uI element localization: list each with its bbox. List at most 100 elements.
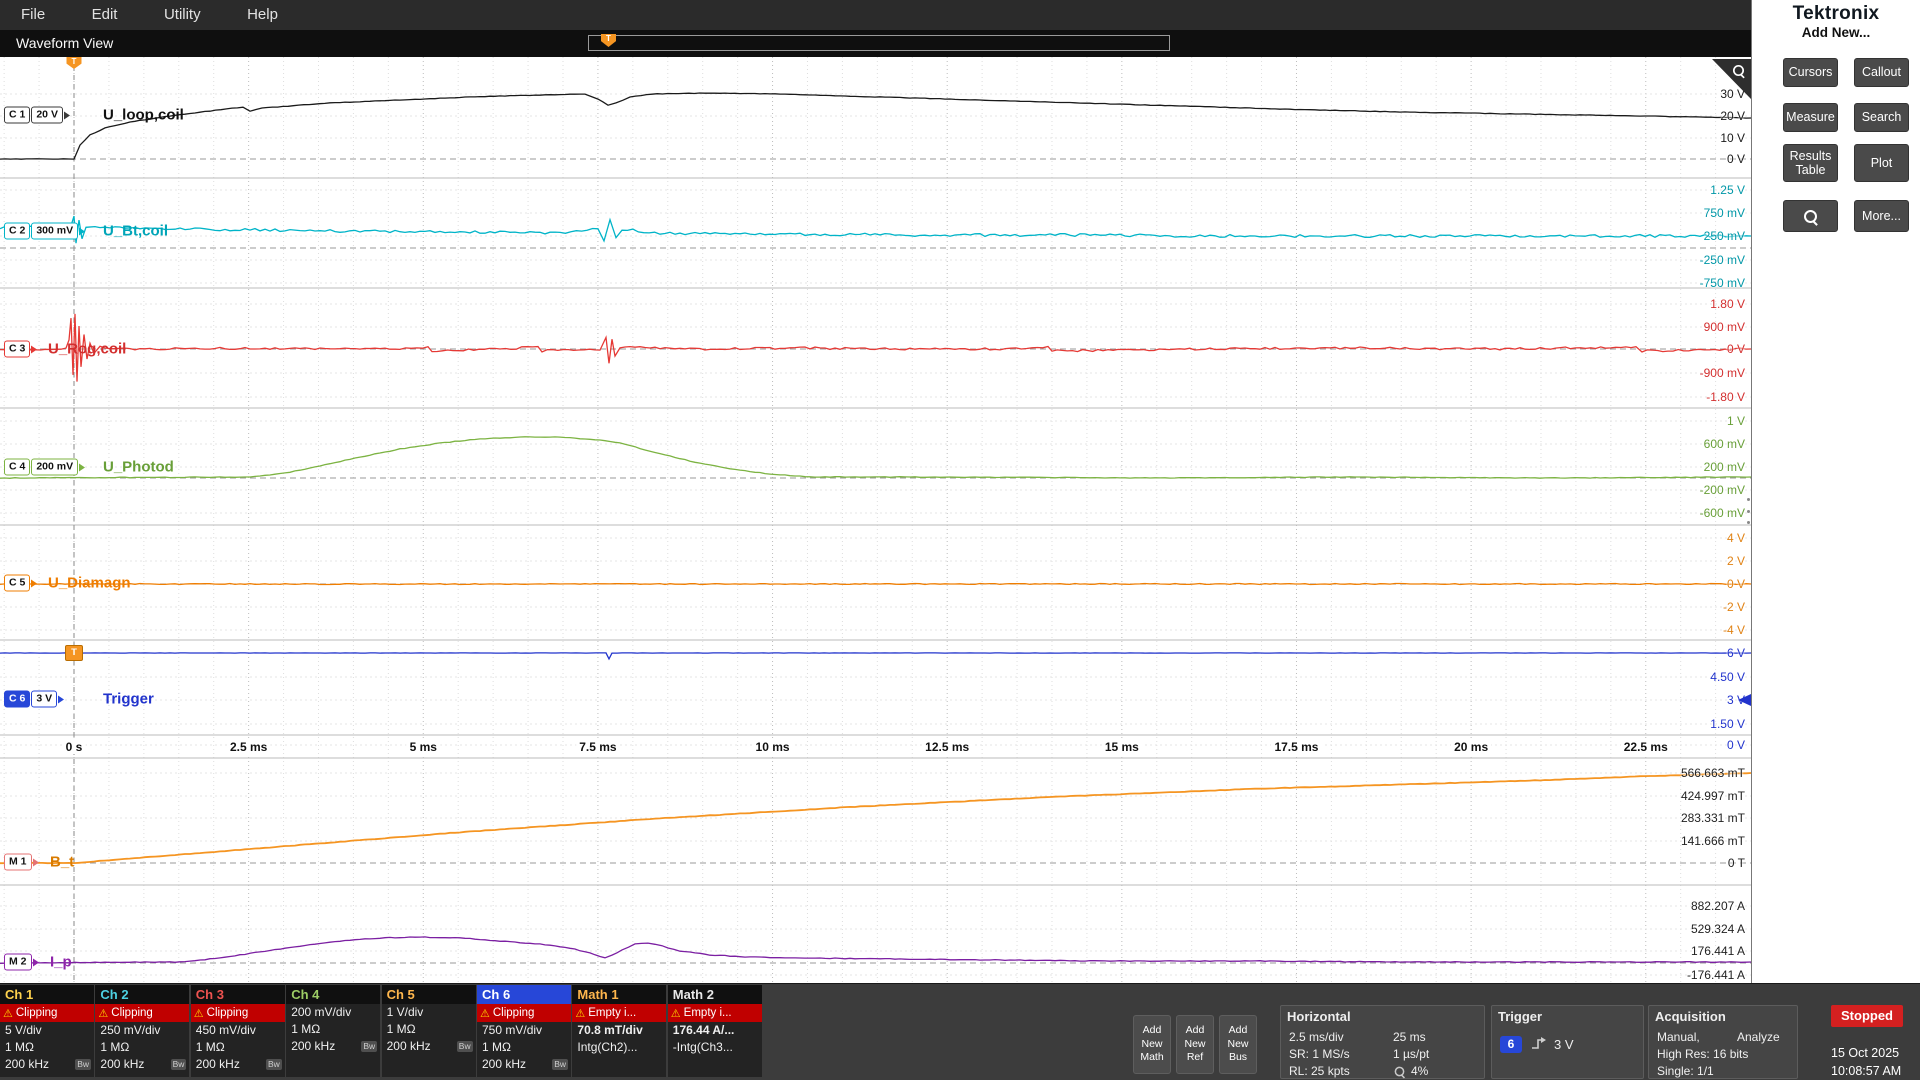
magnifier-icon (1733, 65, 1744, 76)
panel-splitter-handle[interactable] (1747, 498, 1752, 524)
channel-header[interactable]: Math 2 (668, 985, 762, 1004)
badge-box[interactable]: C 3 (4, 341, 30, 358)
menu-utility[interactable]: Utility (143, 0, 222, 30)
channel-badge-c6[interactable]: C 63 V (4, 691, 64, 708)
horizontal-title: Horizontal (1287, 1009, 1484, 1024)
cursors-button[interactable]: Cursors (1783, 58, 1838, 87)
channel-header[interactable]: Ch 1 (0, 985, 94, 1004)
scale-label-m1: 283.331 mT (1681, 811, 1745, 825)
badge-box[interactable]: C 4 (4, 459, 30, 476)
lane-label-m1[interactable]: B_t (50, 854, 74, 871)
channel-header[interactable]: Ch 5 (382, 985, 476, 1004)
lane-label-c6[interactable]: Trigger (103, 691, 154, 708)
time-axis-label: 22.5 ms (1621, 740, 1671, 754)
channel-badge-c2[interactable]: C 2300 mV (4, 223, 85, 240)
channel-header[interactable]: Ch 2 (95, 985, 189, 1004)
zoom-button[interactable] (1783, 200, 1838, 232)
bandwidth-icon: Bw (171, 1059, 187, 1070)
horizontal-position-indicator[interactable]: T (588, 35, 1170, 51)
channel-box-ch-2[interactable]: Ch 2⚠Clipping250 mV/div1 MΩ200 kHzBw (95, 985, 189, 1077)
lane-label-c5[interactable]: U_Diamagn (48, 575, 131, 592)
badge-box[interactable]: 3 V (31, 691, 57, 708)
channel-badge-c3[interactable]: C 3 (4, 341, 37, 358)
channel-setting-row: 200 kHzBw (382, 1038, 476, 1055)
time-axis-label: 12.5 ms (922, 740, 972, 754)
tab-waveform-view[interactable]: Waveform View (16, 30, 113, 57)
acquisition-panel[interactable]: Acquisition Manual, Analyze High Res: 16… (1648, 1005, 1798, 1079)
channel-header[interactable]: Ch 6 (477, 985, 571, 1004)
add-new-ref-button[interactable]: Add New Ref (1176, 1015, 1214, 1074)
acquisition-analyze[interactable]: Analyze (1737, 1030, 1780, 1044)
channel-box-ch-3[interactable]: Ch 3⚠Clipping450 mV/div1 MΩ200 kHzBw (191, 985, 285, 1077)
channel-badge-m1[interactable]: M 1 (4, 854, 39, 871)
menu-help[interactable]: Help (226, 0, 299, 30)
waveform-view[interactable]: 30 V20 V10 V0 VU_loop,coilC 120 V1.25 V7… (0, 57, 1751, 983)
scale-label-c5: 4 V (1727, 531, 1745, 545)
scale-label-c6: 1.50 V (1710, 717, 1745, 731)
warning-text: Empty i... (684, 1007, 732, 1019)
channel-badge-m2[interactable]: M 2 (4, 954, 39, 971)
menu-edit[interactable]: Edit (71, 0, 139, 30)
channel-badge-c4[interactable]: C 4200 mV (4, 459, 85, 476)
trigger-source-marker[interactable]: T (65, 645, 83, 661)
trigger-position-flag-icon[interactable]: T (601, 34, 616, 47)
badge-box[interactable]: C 6 (4, 691, 30, 708)
lane-label-m2[interactable]: I_p (50, 954, 72, 971)
bandwidth-icon: Bw (552, 1059, 568, 1070)
badge-box[interactable]: C 2 (4, 223, 30, 240)
zoom-percent: 4% (1411, 1064, 1428, 1078)
trigger-level-marker-icon[interactable] (1738, 694, 1751, 706)
callout-button[interactable]: Callout (1854, 58, 1909, 87)
channel-box-ch-1[interactable]: Ch 1⚠Clipping5 V/div1 MΩ200 kHzBw (0, 985, 94, 1077)
scale-label-c2: 250 mV (1704, 229, 1745, 243)
lane-label-c4[interactable]: U_Photod (103, 459, 174, 476)
badge-arrow-icon (33, 958, 39, 966)
badge-box[interactable]: 200 mV (31, 459, 78, 476)
channel-box-ch-4[interactable]: Ch 4200 mV/div1 MΩ200 kHzBw (286, 985, 380, 1077)
channel-badge-c1[interactable]: C 120 V (4, 107, 70, 124)
more-button[interactable]: More... (1854, 200, 1909, 232)
lane-label-c3[interactable]: U_Rog,coil (48, 341, 126, 358)
scale-label-m1: 141.666 mT (1681, 834, 1745, 848)
scale-label-c3: -1.80 V (1706, 390, 1745, 404)
badge-box[interactable]: M 2 (4, 954, 32, 971)
badge-box[interactable]: M 1 (4, 854, 32, 871)
add-new-bus-button[interactable]: Add New Bus (1219, 1015, 1257, 1074)
measure-button[interactable]: Measure (1783, 103, 1838, 132)
channel-box-math-1[interactable]: Math 1⚠Empty i...70.8 mT/divIntg(Ch2)... (572, 985, 666, 1077)
badge-arrow-icon (33, 858, 39, 866)
badge-box[interactable]: 20 V (31, 107, 63, 124)
horizontal-panel[interactable]: Horizontal 2.5 ms/div 25 ms SR: 1 MS/s 1… (1280, 1005, 1485, 1079)
plot-button[interactable]: Plot (1854, 144, 1909, 182)
scale-label-c3: -900 mV (1700, 366, 1745, 380)
badge-box[interactable]: C 1 (4, 107, 30, 124)
scale-label-c6: 6 V (1727, 646, 1745, 660)
add-new-math-button[interactable]: Add New Math (1133, 1015, 1171, 1074)
channel-setting-row: 200 kHzBw (477, 1056, 571, 1073)
trigger-panel[interactable]: Trigger 6 3 V (1491, 1005, 1644, 1079)
channel-box-ch-6[interactable]: Ch 6⚠Clipping750 mV/div1 MΩ200 kHzBw (477, 985, 571, 1077)
run-stop-button[interactable]: Stopped (1831, 1005, 1903, 1027)
lane-label-c2[interactable]: U_Bt,coil (103, 223, 168, 240)
results-table-button[interactable]: Results Table (1783, 144, 1838, 182)
scale-label-m1: 0 T (1728, 856, 1745, 870)
channel-box-ch-5[interactable]: Ch 51 V/div1 MΩ200 kHzBw (382, 985, 476, 1077)
channel-header[interactable]: Ch 4 (286, 985, 380, 1004)
time-axis-label: 2.5 ms (227, 740, 270, 754)
menu-file[interactable]: File (0, 0, 66, 30)
badge-box[interactable]: 300 mV (31, 223, 78, 240)
channel-badge-c5[interactable]: C 5 (4, 575, 37, 592)
trigger-source-badge[interactable]: 6 (1500, 1036, 1522, 1053)
lane-label-c1[interactable]: U_loop,coil (103, 107, 184, 124)
search-button[interactable]: Search (1854, 103, 1909, 132)
rising-edge-icon (1530, 1036, 1548, 1052)
warning-strip: ⚠Clipping (477, 1004, 571, 1022)
magnifier-icon (1804, 210, 1817, 223)
plot-overlay: 30 V20 V10 V0 VU_loop,coilC 120 V1.25 V7… (0, 57, 1751, 983)
channel-header[interactable]: Math 1 (572, 985, 666, 1004)
channel-setting-row: 200 kHzBw (286, 1038, 380, 1055)
warning-icon: ⚠ (671, 1007, 681, 1020)
channel-box-math-2[interactable]: Math 2⚠Empty i...176.44 A/...-Intg(Ch3..… (668, 985, 762, 1077)
badge-box[interactable]: C 5 (4, 575, 30, 592)
channel-header[interactable]: Ch 3 (191, 985, 285, 1004)
